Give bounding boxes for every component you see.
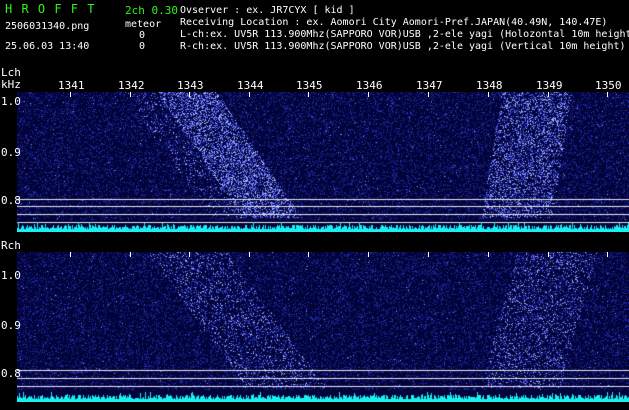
minute-tick	[70, 252, 71, 257]
minute-tick	[368, 252, 369, 257]
rch-ytick-0-8: 0.8	[1, 367, 21, 380]
minute-tick	[548, 92, 549, 97]
location-line: Receiving Location : ex. Aomori City Aom…	[180, 17, 608, 28]
rch-ytick-1-0: 1.0	[1, 269, 21, 282]
minute-tick	[70, 92, 71, 97]
time-label-1350: 1350	[595, 79, 622, 92]
app-title: H R O F F T	[5, 2, 96, 16]
minute-tick	[189, 252, 190, 257]
spectrogram-window: H R O F F T 2ch 0.30 2506031340.png mete…	[0, 0, 629, 410]
time-label-1341: 1341	[58, 79, 85, 92]
lch-info-line: L-ch:ex. UV5R 113.900Mhz(SAPPORO VOR)USB…	[180, 29, 629, 40]
minute-tick	[428, 92, 429, 97]
lch-ytick-0-8: 0.8	[1, 194, 21, 207]
time-label-1344: 1344	[237, 79, 264, 92]
minute-tick	[249, 92, 250, 97]
observer-line: Ovserver : ex. JR7CYX [ kid ]	[180, 5, 355, 16]
minute-tick	[548, 252, 549, 257]
meteor-label: meteor	[125, 19, 162, 30]
minute-tick	[607, 252, 608, 257]
minute-tick	[130, 252, 131, 257]
minute-tick	[130, 92, 131, 97]
time-label-1349: 1349	[536, 79, 563, 92]
minute-tick	[488, 92, 489, 97]
rch-spectrogram	[17, 252, 629, 402]
rch-label: Rch	[1, 239, 21, 252]
time-label-1347: 1347	[416, 79, 443, 92]
datetime-label: 25.06.03 13:40	[5, 41, 90, 52]
time-label-1342: 1342	[118, 79, 145, 92]
lch-ytick-0-9: 0.9	[1, 146, 21, 159]
lch-spectrogram	[17, 92, 629, 232]
khz-label: kHz	[1, 78, 21, 91]
time-label-1345: 1345	[296, 79, 323, 92]
minute-tick	[428, 252, 429, 257]
time-label-1348: 1348	[476, 79, 503, 92]
minute-tick	[368, 92, 369, 97]
minute-tick	[308, 252, 309, 257]
meteor-count-lch: 0	[139, 30, 146, 41]
meteor-count-rch: 0	[139, 41, 146, 52]
minute-tick	[488, 252, 489, 257]
rch-waterfall-canvas	[17, 252, 629, 402]
filename-label: 2506031340.png	[5, 21, 90, 32]
lch-waterfall-canvas	[17, 92, 629, 232]
minute-tick	[249, 252, 250, 257]
minute-tick	[607, 92, 608, 97]
time-label-1343: 1343	[177, 79, 204, 92]
minute-tick	[189, 92, 190, 97]
lch-label: Lch	[1, 66, 21, 79]
time-label-1346: 1346	[356, 79, 383, 92]
rch-ytick-0-9: 0.9	[1, 319, 21, 332]
rch-info-line: R-ch:ex. UV5R 113.900Mhz(SAPPORO VOR)USB…	[180, 41, 626, 52]
mode-label: 2ch 0.30	[125, 4, 178, 17]
minute-tick	[308, 92, 309, 97]
lch-ytick-1-0: 1.0	[1, 95, 21, 108]
